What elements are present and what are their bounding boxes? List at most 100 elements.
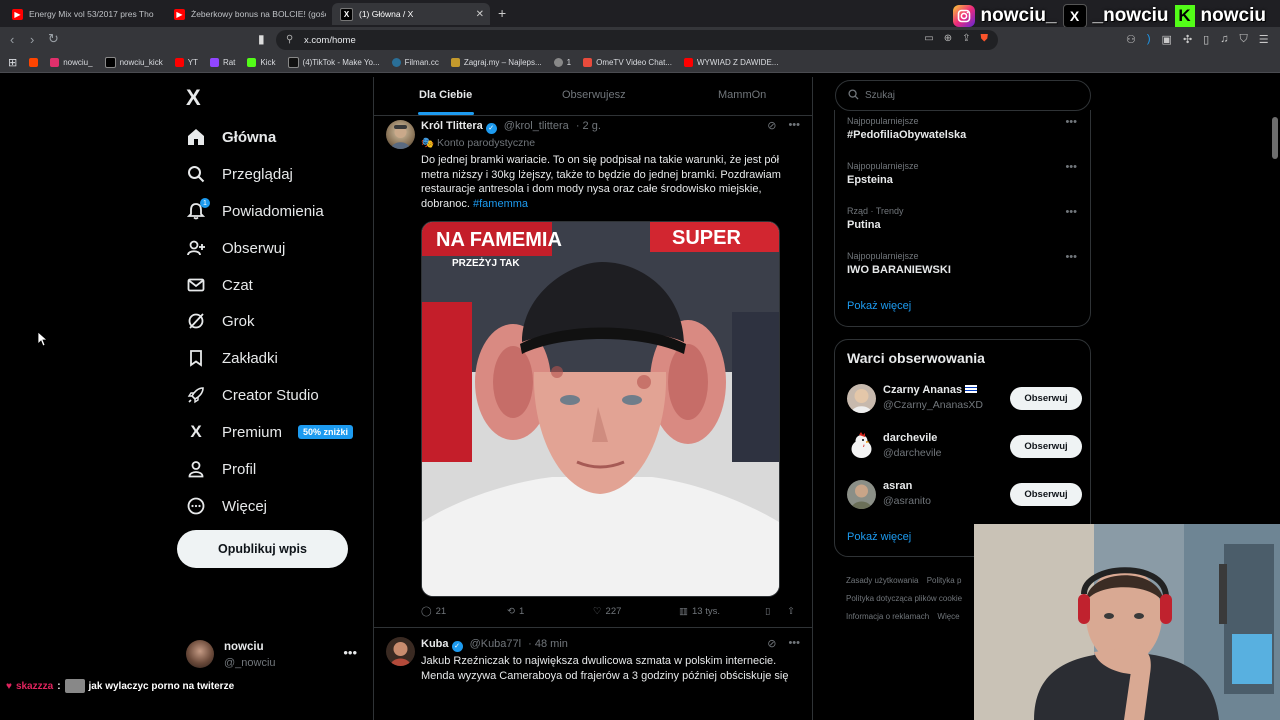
menu-icon[interactable]: ☰ [1259, 33, 1269, 46]
site-info-icon[interactable]: ⚲ [286, 34, 293, 45]
more-options-icon[interactable]: ••• [343, 645, 357, 660]
share-button[interactable]: ⇧ [787, 606, 795, 617]
browser-tab[interactable]: ▶ Energy Mix vol 53/2017 pres Tho [4, 3, 160, 25]
avatar[interactable] [386, 637, 415, 666]
tweet-image[interactable]: NA FAMEMIA PRZEŻYJ TAK SUPER [421, 221, 780, 597]
extension-icon[interactable]: ▣ [1162, 33, 1172, 46]
trend-item[interactable]: Najpopularniejsze Epsteina ••• [847, 161, 1077, 186]
repost-button[interactable]: ⟲ 1 [507, 606, 524, 617]
grok-icon[interactable]: ⊘ [767, 119, 776, 132]
new-tab-button[interactable]: + [498, 5, 506, 21]
forward-icon[interactable]: › [30, 32, 34, 47]
tweet[interactable]: Kuba ✓ @Kuba77l · 48 min ⊘ ••• Jakub Rzeź… [374, 628, 812, 720]
bookmark[interactable]: WYWIAD Z DAWIDE... [683, 58, 778, 67]
more-options-icon[interactable]: ••• [1065, 206, 1077, 218]
more-options-icon[interactable]: ••• [788, 637, 800, 650]
follow-button[interactable]: Obserwuj [1010, 387, 1082, 410]
vpn-icon[interactable]: ⛉ [1239, 33, 1247, 46]
bookmark[interactable]: nowciu_kick [104, 57, 163, 68]
more-options-icon[interactable]: ••• [788, 119, 800, 132]
sidebar-item-bookmarks[interactable]: Zakładki [186, 343, 278, 373]
extension-icon[interactable]: ⚇ [1126, 33, 1136, 46]
post-button[interactable]: Opublikuj wpis [177, 530, 348, 568]
account-handle: @_nowciu [224, 657, 276, 669]
puzzle-icon[interactable]: ✣ [1183, 33, 1192, 46]
trend-item[interactable]: Rząd · Trendy Putina ••• [847, 206, 1077, 231]
follow-suggestion[interactable]: Czarny Ananas @Czarny_AnanasXD Obserwuj [847, 384, 1082, 416]
follow-suggestion[interactable]: asran @asranito Obserwuj [847, 480, 1082, 512]
tab-for-you[interactable]: Dla Ciebie [419, 89, 472, 101]
like-button[interactable]: ♡ 227 [593, 606, 621, 617]
bookmark[interactable]: YT [174, 58, 198, 67]
tab-following[interactable]: Obserwujesz [562, 89, 626, 101]
bookmark[interactable]: Kick [247, 58, 276, 67]
bookmark[interactable]: (4)TikTok - Make Yo... [287, 57, 380, 68]
avatar[interactable] [386, 120, 415, 149]
tweet-time[interactable]: · 2 g. [576, 120, 601, 132]
trend-item[interactable]: Najpopularniejsze #PedofiliaObywatelska … [847, 116, 1077, 141]
x-logo[interactable]: X [186, 85, 201, 111]
sidebar-item-explore[interactable]: Przeglądaj [186, 159, 293, 189]
account-switcher[interactable]: nowciu @_nowciu ••• [186, 640, 361, 674]
sidebar-item-follow[interactable]: Obserwuj [186, 233, 285, 263]
sidebar-item-chat[interactable]: Czat [186, 270, 253, 300]
browser-tab[interactable]: ▶ Żeberkowy bonus na BOLCIE! (gościo [166, 3, 326, 25]
apps-icon[interactable]: ⊞ [8, 56, 17, 69]
sidebar-icon[interactable]: ▯ [1203, 33, 1209, 46]
reply-button[interactable]: ◯ 21 [421, 606, 446, 617]
show-more-suggestions-link[interactable]: Pokaż więcej [847, 531, 911, 543]
sidebar-item-notifications[interactable]: 1 Powiadomienia [186, 196, 324, 226]
share-icon[interactable]: ⇪ [962, 33, 970, 44]
music-icon[interactable]: ♫ [1220, 33, 1228, 46]
footer-link[interactable]: Więce [937, 612, 959, 621]
browser-tab-active[interactable]: X (1) Główna / X ✕ [332, 3, 490, 25]
bookmark-page-icon[interactable]: ▮ [258, 32, 265, 46]
bookmark[interactable]: 1 [553, 58, 571, 67]
sidebar-item-premium[interactable]: X Premium 50% zniżki [186, 417, 354, 447]
sidebar-item-grok[interactable]: Grok [186, 306, 255, 336]
bookmark-button[interactable]: ▯ [765, 606, 770, 617]
tab-list[interactable]: MammOn [718, 89, 766, 101]
more-options-icon[interactable]: ••• [1065, 251, 1077, 263]
follow-suggestion[interactable]: darchevile @darchevile Obserwuj [847, 432, 1082, 464]
cast-icon[interactable]: ▭ [924, 33, 933, 44]
back-icon[interactable]: ‹ [10, 32, 14, 47]
hashtag-link[interactable]: #famemma [473, 198, 528, 210]
sidebar-item-creator-studio[interactable]: Creator Studio [186, 380, 319, 410]
scrollbar-thumb[interactable] [1272, 117, 1278, 159]
banner-subtext: PRZEŻYJ TAK [452, 256, 520, 269]
more-options-icon[interactable]: ••• [1065, 161, 1077, 173]
footer-link[interactable]: Polityka dotycząca plików cookie [846, 594, 962, 603]
tweet[interactable]: Król Tlittera ✓ @krol_tlittera · 2 g. ⊘ •… [374, 117, 812, 628]
search-input[interactable]: Szukaj [835, 80, 1091, 111]
footer-link[interactable]: Polityka p [927, 576, 962, 585]
reload-icon[interactable]: ↻ [48, 31, 59, 47]
tweet-author[interactable]: Król Tlittera ✓ @krol_tlittera · 2 g. [421, 120, 601, 134]
bookmark[interactable] [29, 58, 39, 67]
bookmark[interactable]: nowciu_ [50, 58, 93, 67]
show-more-trends-link[interactable]: Pokaż więcej [847, 300, 911, 312]
zoom-icon[interactable]: ⊕ [944, 33, 952, 44]
extension-icon[interactable]: ) [1147, 33, 1151, 46]
tweet-text: Do jednej bramki wariacie. To on się pod… [421, 153, 795, 211]
follow-button[interactable]: Obserwuj [1010, 483, 1082, 506]
bookmark[interactable]: Filman.cc [391, 58, 439, 67]
bookmark[interactable]: Rat [209, 58, 235, 67]
bookmark[interactable]: OmeTV Video Chat... [583, 58, 672, 67]
follow-button[interactable]: Obserwuj [1010, 435, 1082, 458]
views-button[interactable]: ▥ 13 tys. [679, 606, 720, 617]
tweet-time[interactable]: · 48 min [528, 638, 568, 650]
close-icon[interactable]: ✕ [476, 9, 484, 20]
grok-icon[interactable]: ⊘ [767, 637, 776, 650]
tweet-author[interactable]: Kuba ✓ @Kuba77l · 48 min [421, 638, 568, 652]
footer-link[interactable]: Zasady użytkowania [846, 576, 918, 585]
more-options-icon[interactable]: ••• [1065, 116, 1077, 128]
sidebar-item-home[interactable]: Główna [186, 122, 276, 152]
address-bar[interactable]: ⚲ x.com/home ▭ ⊕ ⇪ ⛊ [276, 30, 998, 50]
brave-shield-icon[interactable]: ⛊ [981, 33, 989, 44]
sidebar-item-more[interactable]: Więcej [186, 491, 267, 521]
bookmark[interactable]: Zagraj.my – Najleps... [450, 58, 542, 67]
trend-item[interactable]: Najpopularniejsze IWO BARANIEWSKI ••• [847, 251, 1077, 276]
footer-link[interactable]: Informacja o reklamach [846, 612, 929, 621]
sidebar-item-profile[interactable]: Profil [186, 454, 256, 484]
